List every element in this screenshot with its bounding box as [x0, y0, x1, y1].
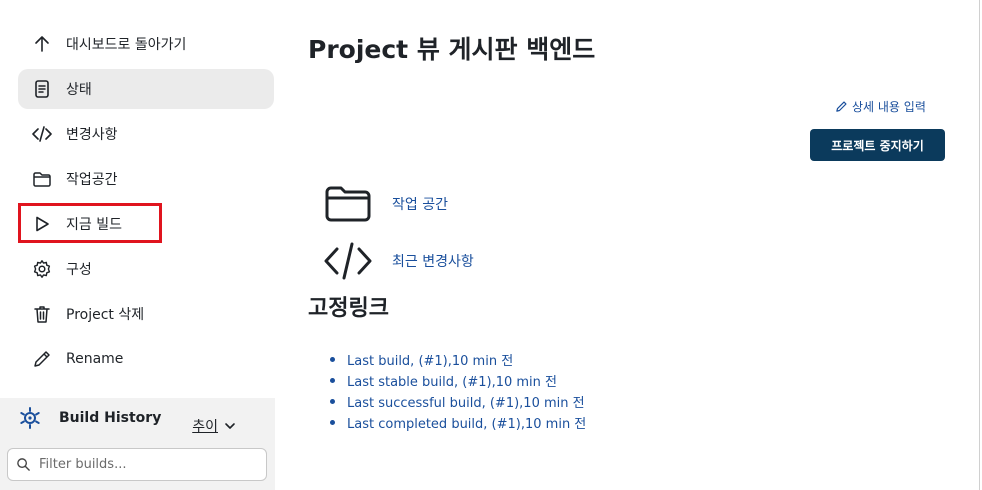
sidebar-item-label: Rename — [66, 351, 124, 367]
build-history-header: Build History 추이 — [18, 406, 258, 435]
stop-project-button[interactable]: 프로젝트 중지하기 — [810, 129, 945, 161]
workspace-link[interactable]: 작업 공간 — [392, 194, 448, 214]
trash-icon — [32, 304, 52, 324]
pencil-icon — [32, 349, 52, 369]
sidebar-item-label: 대시보드로 돌아가기 — [66, 37, 187, 53]
sidebar-item-build-now[interactable]: 지금 빌드 — [18, 204, 274, 244]
build-history-title: Build History — [59, 410, 162, 426]
sidebar-item-label: 변경사항 — [66, 127, 118, 143]
sidebar-item-changes[interactable]: 변경사항 — [18, 114, 274, 154]
list-item: Last successful build, (#1),10 min 전 — [330, 391, 586, 412]
sidebar-item-label: 작업공간 — [66, 172, 118, 188]
build-history-icon — [18, 406, 42, 430]
workspace-link-row: 작업 공간 — [324, 184, 448, 224]
sidebar-item-back-to-dashboard[interactable]: 대시보드로 돌아가기 — [18, 24, 274, 64]
edit-description-link[interactable]: 상세 내용 입력 — [835, 98, 926, 115]
permalinks-title: 고정링크 — [308, 296, 389, 321]
bullet — [330, 420, 335, 425]
sidebar-item-workspace[interactable]: 작업공간 — [18, 159, 274, 199]
permalinks-list: Last build, (#1),10 min 전 Last stable bu… — [330, 349, 586, 433]
filter-builds-field[interactable] — [7, 448, 267, 481]
trend-label: 추이 — [192, 419, 218, 435]
edit-description-label: 상세 내용 입력 — [852, 100, 926, 114]
sidebar-item-configure[interactable]: 구성 — [18, 249, 274, 289]
page-title: Project 뷰 게시판 백엔드 — [308, 35, 596, 64]
sidebar-item-delete-project[interactable]: Project 삭제 — [18, 294, 274, 334]
document-icon — [32, 79, 52, 99]
code-icon — [324, 241, 372, 281]
window-edge — [979, 0, 980, 490]
folder-icon — [324, 184, 372, 224]
list-item: Last build, (#1),10 min 전 — [330, 349, 586, 370]
folder-icon — [32, 169, 52, 189]
sidebar-item-label: 구성 — [66, 262, 92, 278]
bullet — [330, 357, 335, 362]
permalink-last-stable-build[interactable]: Last stable build, (#1),10 min 전 — [347, 371, 557, 390]
list-item: Last completed build, (#1),10 min 전 — [330, 412, 586, 433]
play-icon — [32, 214, 52, 234]
gear-icon — [32, 259, 52, 279]
pencil-icon — [836, 101, 847, 112]
filter-builds-input[interactable] — [37, 456, 261, 473]
sidebar-item-rename[interactable]: Rename — [18, 339, 274, 379]
sidebar-item-label: 상태 — [66, 82, 92, 98]
sidebar-item-label: 지금 빌드 — [66, 217, 122, 233]
code-icon — [32, 124, 52, 144]
arrow-up-icon — [32, 34, 52, 54]
recent-changes-link[interactable]: 최근 변경사항 — [392, 251, 474, 271]
permalink-last-completed-build[interactable]: Last completed build, (#1),10 min 전 — [347, 413, 586, 432]
search-icon — [17, 458, 30, 471]
permalink-last-successful-build[interactable]: Last successful build, (#1),10 min 전 — [347, 392, 585, 411]
bullet — [330, 399, 335, 404]
bullet — [330, 378, 335, 383]
sidebar: 대시보드로 돌아가기 상태 변경사항 작업공간 지금 빌드 구성 Project… — [0, 0, 290, 490]
chevron-down-icon — [225, 423, 235, 429]
build-history-panel: Build History 추이 — [0, 398, 275, 490]
sidebar-item-label: Project 삭제 — [66, 307, 145, 323]
permalink-last-build[interactable]: Last build, (#1),10 min 전 — [347, 350, 513, 369]
list-item: Last stable build, (#1),10 min 전 — [330, 370, 586, 391]
sidebar-item-status[interactable]: 상태 — [18, 69, 274, 109]
recent-changes-link-row: 최근 변경사항 — [324, 241, 474, 281]
trend-dropdown[interactable]: 추이 — [192, 416, 236, 436]
